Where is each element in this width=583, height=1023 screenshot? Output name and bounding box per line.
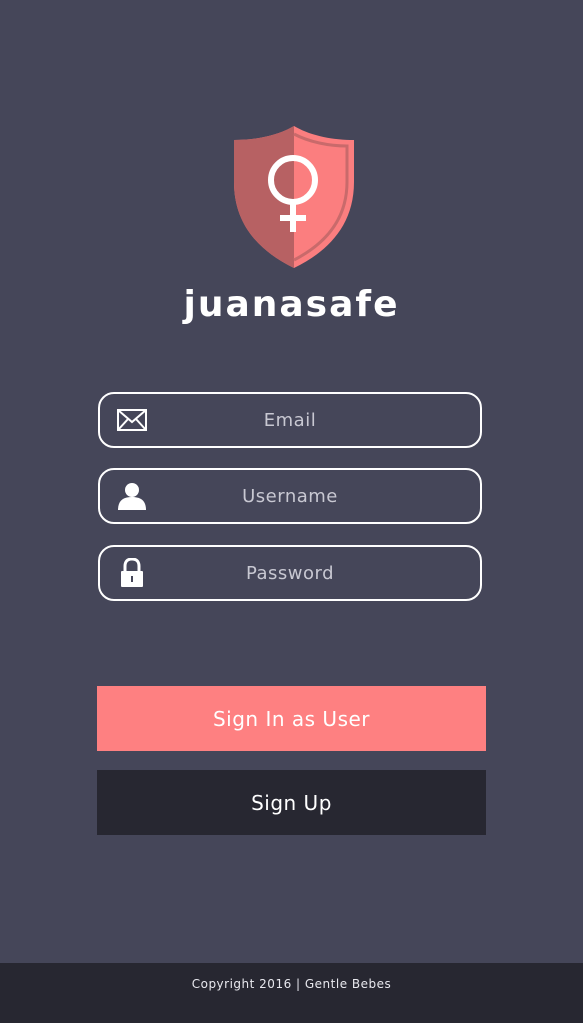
password-input[interactable] xyxy=(160,547,470,599)
footer: Copyright 2016 | Gentle Bebes xyxy=(0,963,583,1023)
lock-icon xyxy=(114,547,150,599)
login-screen: juanasafe Sign In xyxy=(0,0,583,1023)
app-name: juanasafe xyxy=(183,284,400,325)
email-field[interactable] xyxy=(98,392,482,448)
username-field[interactable] xyxy=(98,468,482,524)
user-icon xyxy=(114,470,150,522)
email-input[interactable] xyxy=(160,394,470,446)
copyright-text: Copyright 2016 | Gentle Bebes xyxy=(191,977,392,991)
sign-in-button[interactable]: Sign In as User xyxy=(97,686,486,751)
username-input[interactable] xyxy=(160,470,470,522)
sign-up-button[interactable]: Sign Up xyxy=(97,770,486,835)
envelope-icon xyxy=(114,394,150,446)
shield-logo-icon xyxy=(233,124,355,270)
password-field[interactable] xyxy=(98,545,482,601)
